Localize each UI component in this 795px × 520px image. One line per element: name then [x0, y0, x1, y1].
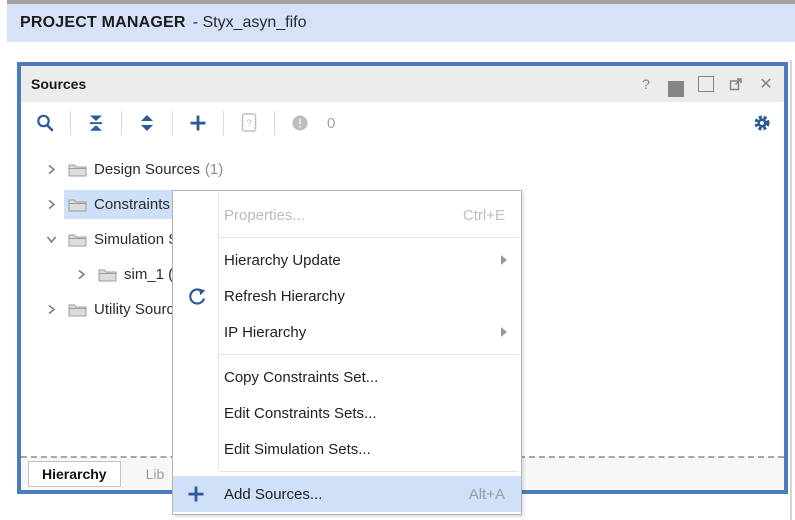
- close-icon[interactable]: ✕: [758, 76, 774, 92]
- maximize-icon[interactable]: [698, 76, 714, 92]
- folder-icon: [98, 267, 124, 282]
- context-menu: Properties... Ctrl+E Hierarchy Update Re…: [172, 190, 522, 515]
- toolbar-divider: [172, 111, 173, 135]
- menu-item-edit-constraints-sets[interactable]: Edit Constraints Sets...: [173, 395, 521, 431]
- screen: PROJECT MANAGER - Styx_asyn_fifo Sources…: [0, 0, 795, 520]
- tab-hierarchy[interactable]: Hierarchy: [28, 461, 121, 487]
- folder-icon: [68, 302, 94, 317]
- selected-row-highlight: Constraints: [64, 190, 184, 219]
- panel-title: Sources: [31, 76, 86, 92]
- tree-item-count: (1): [205, 161, 223, 178]
- menu-item-properties: Properties... Ctrl+E: [173, 197, 521, 233]
- sources-panel-header[interactable]: Sources ? ✕: [21, 66, 784, 102]
- chevron-right-icon[interactable]: [46, 164, 68, 175]
- folder-icon: [68, 197, 94, 212]
- project-name: - Styx_asyn_fifo: [193, 14, 307, 32]
- chevron-right-icon[interactable]: [46, 304, 68, 315]
- tree-item-label: Utility Sourc: [94, 301, 174, 318]
- search-icon[interactable]: [33, 111, 57, 135]
- window-controls: ? ✕: [638, 76, 774, 92]
- menu-item-ip-hierarchy[interactable]: IP Hierarchy: [173, 314, 521, 350]
- tree-item-design-sources[interactable]: Design Sources (1): [21, 152, 784, 187]
- message-count: 0: [327, 115, 335, 132]
- toolbar-divider: [70, 111, 71, 135]
- refresh-icon: [173, 287, 219, 306]
- shortcut-label: Ctrl+E: [463, 207, 521, 224]
- help-icon[interactable]: ?: [638, 76, 654, 92]
- project-manager-header: PROJECT MANAGER - Styx_asyn_fifo: [7, 4, 795, 42]
- expand-all-icon[interactable]: [135, 111, 159, 135]
- minimize-icon[interactable]: [668, 76, 684, 92]
- toolbar-divider: [223, 111, 224, 135]
- plus-icon: [173, 485, 219, 503]
- tree-item-label: Constraints: [94, 196, 170, 213]
- settings-gear-icon[interactable]: [750, 111, 774, 135]
- panel-edge-divider: [790, 60, 792, 520]
- menu-separator: [219, 471, 519, 472]
- menu-separator: [219, 354, 519, 355]
- submenu-arrow-icon: [501, 255, 507, 265]
- float-icon[interactable]: [728, 76, 744, 92]
- menu-item-add-sources[interactable]: Add Sources... Alt+A: [173, 476, 521, 512]
- menu-item-hierarchy-update[interactable]: Hierarchy Update: [173, 242, 521, 278]
- collapse-all-icon[interactable]: [84, 111, 108, 135]
- menu-item-edit-simulation-sets[interactable]: Edit Simulation Sets...: [173, 431, 521, 467]
- toolbar-divider: [121, 111, 122, 135]
- tree-item-label: sim_1 (: [124, 266, 173, 283]
- toolbar-divider: [274, 111, 275, 135]
- menu-separator: [219, 237, 519, 238]
- folder-icon: [68, 232, 94, 247]
- tree-item-label: Design Sources: [94, 161, 200, 178]
- help-document-icon[interactable]: ?: [237, 111, 261, 135]
- sources-toolbar: ? 0: [21, 102, 784, 144]
- chevron-right-icon[interactable]: [76, 269, 98, 280]
- add-sources-icon[interactable]: [186, 111, 210, 135]
- chevron-down-icon[interactable]: [46, 234, 68, 245]
- svg-text:?: ?: [246, 119, 252, 130]
- page-title: PROJECT MANAGER: [20, 14, 186, 32]
- folder-icon: [68, 162, 94, 177]
- menu-item-refresh-hierarchy[interactable]: Refresh Hierarchy: [173, 278, 521, 314]
- menu-item-copy-constraints-set[interactable]: Copy Constraints Set...: [173, 359, 521, 395]
- tree-item-label: Simulation S: [94, 231, 178, 248]
- tab-libraries[interactable]: Lib: [133, 462, 178, 486]
- shortcut-label: Alt+A: [469, 486, 521, 503]
- messages-circle-icon[interactable]: [288, 111, 312, 135]
- submenu-arrow-icon: [501, 327, 507, 337]
